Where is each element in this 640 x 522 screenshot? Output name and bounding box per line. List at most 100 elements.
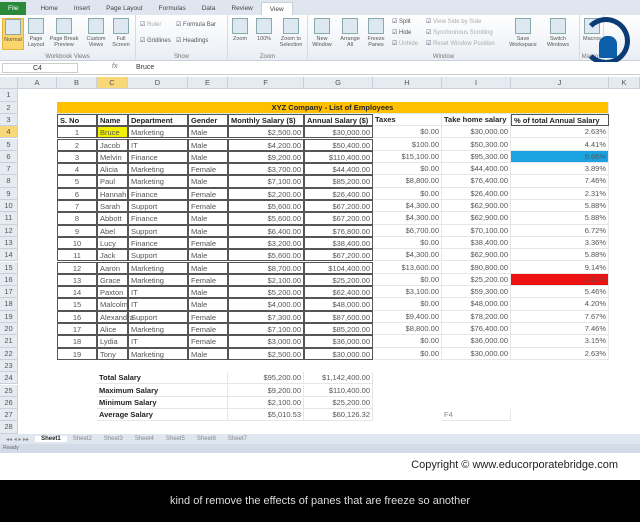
table-header[interactable]: Gender — [188, 113, 228, 127]
table-cell[interactable]: Lydia — [97, 335, 128, 348]
summary-monthly[interactable]: $2,100.00 — [228, 396, 304, 410]
sheet-tab-6[interactable]: Sheet6 — [191, 436, 222, 442]
sheet-tab-4[interactable]: Sheet4 — [129, 436, 160, 442]
tab-data[interactable]: Data — [194, 2, 224, 15]
row-header[interactable]: 7 — [0, 163, 18, 176]
table-cell[interactable]: $78,200.00 — [442, 310, 511, 323]
hide-button[interactable]: Hide — [392, 29, 411, 36]
active-cell[interactable]: Bruce — [97, 126, 128, 139]
summary-annual[interactable]: $110,400.00 — [304, 384, 373, 397]
table-cell[interactable]: 3.36% — [511, 236, 609, 250]
table-cell[interactable]: Male — [188, 150, 228, 164]
custom-views-button[interactable]: Custom Views — [84, 18, 108, 48]
table-cell[interactable]: Female — [188, 273, 228, 287]
table-cell[interactable]: 5.88% — [511, 249, 609, 262]
row-header[interactable]: 19 — [0, 310, 18, 323]
table-header[interactable]: Monthly Salary ($) — [228, 113, 304, 127]
table-cell[interactable]: 4.20% — [511, 298, 609, 311]
row-header[interactable]: 22 — [0, 347, 18, 360]
table-header[interactable]: Department — [128, 113, 188, 127]
table-cell[interactable]: Female — [188, 236, 228, 250]
table-cell[interactable]: $5,200.00 — [228, 286, 304, 299]
table-cell[interactable]: 12 — [57, 261, 97, 274]
table-cell[interactable]: $70,100.00 — [442, 224, 511, 237]
tab-file[interactable]: File — [0, 2, 27, 15]
table-cell[interactable]: Male — [188, 138, 228, 151]
table-cell[interactable]: 2.31% — [511, 187, 609, 200]
table-cell[interactable]: 17 — [57, 323, 97, 336]
table-cell[interactable]: 2.63% — [511, 347, 609, 360]
table-cell[interactable]: $44,400.00 — [442, 163, 511, 176]
table-cell[interactable]: Male — [188, 126, 228, 139]
row-header[interactable]: 12 — [0, 224, 18, 237]
table-cell[interactable]: $30,000.00 — [304, 347, 373, 360]
zoom-100-button[interactable]: 100% — [254, 18, 274, 42]
sheet-tab-2[interactable]: Sheet2 — [67, 436, 98, 442]
table-cell[interactable]: $26,400.00 — [304, 187, 373, 200]
column-header-H[interactable]: H — [373, 77, 442, 90]
column-header-D[interactable]: D — [128, 77, 188, 90]
table-cell[interactable]: $0.00 — [373, 126, 442, 139]
summary-monthly[interactable]: $95,200.00 — [228, 372, 304, 385]
column-header-G[interactable]: G — [304, 77, 373, 90]
table-cell[interactable]: $38,400.00 — [442, 236, 511, 250]
table-cell[interactable]: 5 — [57, 175, 97, 188]
table-cell[interactable]: $50,300.00 — [442, 138, 511, 151]
row-header[interactable]: 15 — [0, 261, 18, 274]
table-cell[interactable]: Finance — [128, 150, 188, 164]
view-side-by-side-button[interactable]: View Side by Side — [426, 18, 481, 25]
summary-label[interactable]: Average Salary — [97, 409, 228, 422]
table-cell[interactable]: Marketing — [128, 323, 188, 336]
table-cell[interactable]: $100.00 — [373, 138, 442, 151]
table-cell[interactable]: Malcolm — [97, 298, 128, 311]
table-cell[interactable]: $4,000.00 — [228, 298, 304, 311]
normal-view-button[interactable]: Normal — [2, 18, 24, 50]
sheet-tab-5[interactable]: Sheet5 — [160, 436, 191, 442]
table-cell[interactable]: Support — [128, 249, 188, 262]
table-cell[interactable]: $4,200.00 — [228, 138, 304, 151]
sheet-tab-7[interactable]: Sheet7 — [222, 436, 253, 442]
table-cell[interactable]: $3,100.00 — [373, 286, 442, 299]
table-cell[interactable]: $2,500.00 — [228, 126, 304, 139]
summary-label[interactable]: Total Salary — [97, 372, 228, 385]
select-all-corner[interactable] — [0, 77, 18, 90]
table-cell[interactable]: IT — [128, 138, 188, 151]
table-cell[interactable]: $76,400.00 — [442, 175, 511, 188]
table-header[interactable]: Annual Salary ($) — [304, 113, 373, 127]
table-cell[interactable]: 8 — [57, 212, 97, 225]
table-cell[interactable]: Marketing — [128, 273, 188, 287]
table-cell[interactable]: $87,600.00 — [304, 310, 373, 323]
table-cell[interactable]: $76,400.00 — [442, 323, 511, 336]
table-cell[interactable]: $8,700.00 — [228, 261, 304, 274]
table-cell[interactable]: Finance — [128, 187, 188, 200]
table-cell[interactable]: Male — [188, 261, 228, 274]
table-cell[interactable]: $8,800.00 — [373, 175, 442, 188]
table-cell[interactable]: 10 — [57, 236, 97, 250]
row-header[interactable]: 10 — [0, 200, 18, 213]
table-cell[interactable]: $48,000.00 — [442, 298, 511, 311]
summary-annual[interactable]: $60,126.32 — [304, 409, 373, 422]
table-cell[interactable]: $0.00 — [373, 298, 442, 311]
summary-label[interactable]: Maximum Salary — [97, 384, 228, 397]
table-cell[interactable]: $6,700.00 — [373, 224, 442, 237]
table-cell[interactable]: Marketing — [128, 175, 188, 188]
table-cell[interactable]: 5.88% — [511, 212, 609, 225]
table-cell[interactable]: 7 — [57, 200, 97, 213]
table-cell[interactable]: $2,200.00 — [228, 187, 304, 200]
table-cell[interactable]: 3 — [57, 150, 97, 164]
formula-input[interactable]: Bruce — [136, 64, 154, 71]
table-cell[interactable]: $7,100.00 — [228, 175, 304, 188]
zoom-button[interactable]: Zoom — [230, 18, 250, 42]
freeze-panes-button[interactable]: Freeze Panes — [364, 18, 388, 48]
table-cell[interactable]: 15 — [57, 298, 97, 311]
headings-checkbox[interactable]: Headings — [176, 37, 208, 44]
table-cell[interactable]: Marketing — [128, 261, 188, 274]
table-cell[interactable]: $85,200.00 — [304, 323, 373, 336]
column-header-C[interactable]: C — [97, 77, 128, 90]
table-cell[interactable]: Support — [128, 224, 188, 237]
summary-annual[interactable]: $1,142,400.00 — [304, 372, 373, 385]
table-cell[interactable]: Grace — [97, 273, 128, 287]
row-header[interactable]: 26 — [0, 396, 18, 410]
row-header[interactable]: 13 — [0, 236, 18, 250]
table-cell[interactable]: $62,400.00 — [304, 286, 373, 299]
